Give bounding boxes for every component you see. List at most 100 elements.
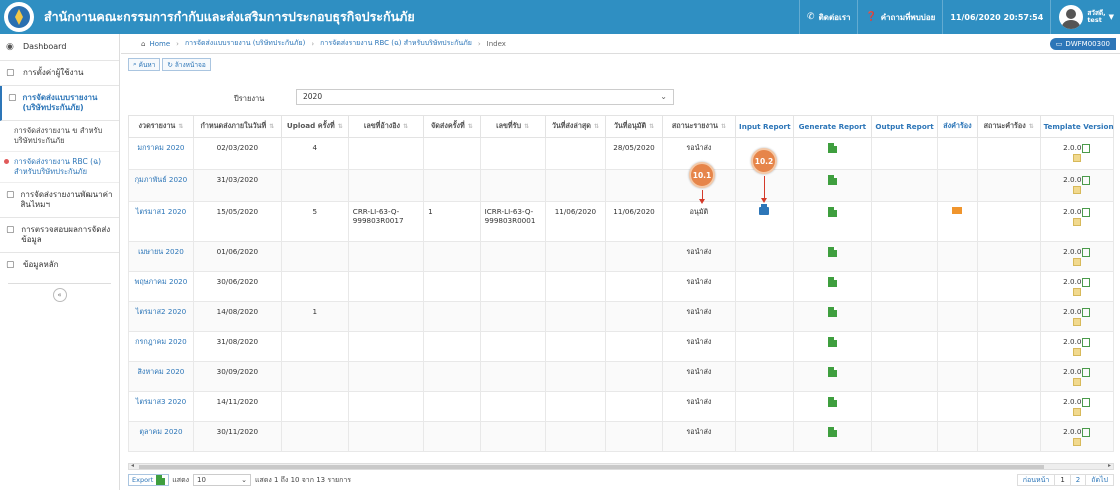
cell-send-request[interactable] <box>937 201 978 242</box>
excel-icon[interactable] <box>827 337 837 347</box>
col-status[interactable]: สถานะรายงาน ⇅ <box>661 115 737 138</box>
sidebar-item-claims-report[interactable]: ▢ การจัดส่งรายงานพัฒนาค่าสินไหมฯ <box>0 183 119 218</box>
callout-arrowhead <box>761 198 767 203</box>
scroll-thumb[interactable] <box>139 465 1044 469</box>
zip-file-icon[interactable] <box>1072 347 1081 356</box>
cell-generate-report[interactable] <box>792 391 873 422</box>
excel-template-icon[interactable] <box>1082 397 1091 407</box>
status-text: รอนำส่ง <box>686 307 712 316</box>
excel-template-icon[interactable] <box>1082 175 1091 185</box>
excel-icon[interactable] <box>827 307 837 317</box>
cell-period[interactable]: พฤษภาคม 2020 <box>128 271 194 302</box>
col-due[interactable]: กำหนดส่งภายในวันที่ ⇅ <box>192 115 282 138</box>
chevron-down-icon: ⌄ <box>660 92 667 101</box>
prev-page-button[interactable]: ก่อนหน้า <box>1016 474 1056 486</box>
excel-icon[interactable] <box>827 367 837 377</box>
excel-template-icon[interactable] <box>1082 337 1091 347</box>
zip-file-icon[interactable] <box>1072 217 1081 226</box>
col-period[interactable]: งวดรายงาน ⇅ <box>128 115 194 138</box>
excel-icon[interactable] <box>827 207 837 217</box>
logo[interactable] <box>4 2 34 32</box>
col-last[interactable]: วันที่ส่งล่าสุด ⇅ <box>544 115 607 138</box>
cell-generate-report[interactable] <box>792 169 873 202</box>
excel-template-icon[interactable] <box>1082 247 1091 257</box>
cell-input-report[interactable] <box>735 201 794 242</box>
sidebar-subitem-report-rbc[interactable]: การจัดส่งรายงาน RBC (ฉ) สำหรับบริษัทประก… <box>0 152 119 183</box>
zip-file-icon[interactable] <box>1072 377 1081 386</box>
sidebar-item-master-data[interactable]: ▢ ข้อมูลหลัก <box>0 253 119 277</box>
col-request-status[interactable]: สถานะคำร้อง ⇅ <box>976 115 1041 138</box>
page-2-button[interactable]: 2 <box>1069 474 1087 486</box>
breadcrumb-report-submission[interactable]: การจัดส่งแบบรายงาน (บริษัทประกันภัย) <box>185 38 305 49</box>
excel-icon[interactable] <box>827 277 837 287</box>
cell-period[interactable]: กรกฎาคม 2020 <box>128 331 194 362</box>
cell-period[interactable]: ตุลาคม 2020 <box>128 421 194 452</box>
table-row: ตุลาคม 2020 30/11/2020 รอนำส่ง 2.0.0 <box>128 421 1114 452</box>
clear-button[interactable]: ↻ ล้างหน้าจอ <box>162 58 211 71</box>
col-recv[interactable]: เลขที่รับ ⇅ <box>479 115 546 138</box>
export-button[interactable]: Export <box>128 474 170 486</box>
cell-approve <box>605 421 663 452</box>
excel-icon[interactable] <box>827 247 837 257</box>
zip-file-icon[interactable] <box>1072 437 1081 446</box>
excel-template-icon[interactable] <box>1082 143 1091 153</box>
cell-generate-report[interactable] <box>792 201 873 242</box>
sidebar-item-check-results[interactable]: ▢ การตรวจสอบผลการจัดส่งข้อมูล <box>0 218 119 253</box>
zip-file-icon[interactable] <box>1072 407 1081 416</box>
cell-period[interactable]: มกราคม 2020 <box>128 137 194 170</box>
faq-link[interactable]: ❓ คำถามที่พบบ่อย <box>857 0 942 34</box>
excel-icon[interactable] <box>827 143 837 153</box>
cell-period[interactable]: ไตรมาส2 2020 <box>128 301 194 332</box>
cell-generate-report[interactable] <box>792 137 873 170</box>
cell-generate-report[interactable] <box>792 421 873 452</box>
excel-icon[interactable] <box>827 397 837 407</box>
cell-period[interactable]: เมษายน 2020 <box>128 241 194 272</box>
zip-file-icon[interactable] <box>1072 185 1081 194</box>
col-approve[interactable]: วันที่อนุมัติ ⇅ <box>605 115 663 138</box>
contact-link[interactable]: ✆ ติดต่อเรา <box>799 0 857 34</box>
search-button[interactable]: ⌕ ค้นหา <box>128 58 161 71</box>
page-1-button[interactable]: 1 <box>1054 474 1071 486</box>
cell-generate-report[interactable] <box>792 361 873 392</box>
collapse-sidebar-button[interactable]: « <box>52 288 67 302</box>
breadcrumb-home[interactable]: Home <box>149 40 170 48</box>
col-ref[interactable]: เลขที่อ้างอิง ⇅ <box>347 115 425 138</box>
next-page-button[interactable]: ถัดไป <box>1085 474 1114 486</box>
zip-file-icon[interactable] <box>1072 257 1081 266</box>
cell-output-report <box>871 201 939 242</box>
cell-generate-report[interactable] <box>792 331 873 362</box>
cell-period[interactable]: กุมภาพันธ์ 2020 <box>128 169 194 202</box>
sidebar-subitem-report-kh[interactable]: การจัดส่งรายงาน ข สำหรับบริษัทประกันภัย <box>0 121 119 152</box>
year-select[interactable]: 2020 ⌄ <box>296 89 674 105</box>
excel-icon[interactable] <box>827 427 837 437</box>
cell-period[interactable]: ไตรมาส3 2020 <box>128 391 194 422</box>
page-size-select[interactable]: 10 ⌄ <box>193 474 252 486</box>
excel-template-icon[interactable] <box>1082 207 1091 217</box>
cell-period[interactable]: ไตรมาส1 2020 <box>128 201 194 242</box>
excel-template-icon[interactable] <box>1082 427 1091 437</box>
scroll-left-icon[interactable]: ◂ <box>131 462 134 469</box>
sidebar-item-user-settings[interactable]: ▢ การตั้งค่าผู้ใช้งาน <box>0 61 119 86</box>
excel-icon[interactable] <box>827 175 837 185</box>
envelope-icon[interactable] <box>952 207 963 214</box>
print-icon[interactable] <box>759 204 770 215</box>
breadcrumb-rbc[interactable]: การจัดส่งรายงาน RBC (ฉ) สำหรับบริษัทประก… <box>320 38 472 49</box>
user-menu[interactable]: สวัสดี, test ▼ <box>1050 0 1120 34</box>
col-upload[interactable]: Upload ครั้งที่ ⇅ <box>280 115 349 138</box>
horizontal-scrollbar[interactable]: ◂ ▸ <box>128 462 1114 470</box>
cell-generate-report[interactable] <box>792 301 873 332</box>
scroll-right-icon[interactable]: ▸ <box>1108 462 1111 469</box>
zip-file-icon[interactable] <box>1072 317 1081 326</box>
cell-period[interactable]: สิงหาคม 2020 <box>128 361 194 392</box>
sidebar-item-report-submission[interactable]: ▢ การจัดส่งแบบรายงาน (บริษัทประกันภัย) <box>0 86 119 121</box>
excel-template-icon[interactable] <box>1082 367 1091 377</box>
col-send[interactable]: จัดส่งครั้งที่ ⇅ <box>423 115 481 138</box>
sidebar-item-dashboard[interactable]: ◉ Dashboard <box>0 34 119 61</box>
excel-template-icon[interactable] <box>1082 277 1091 287</box>
zip-file-icon[interactable] <box>1072 153 1081 162</box>
excel-template-icon[interactable] <box>1082 307 1091 317</box>
sidebar: ◉ Dashboard ▢ การตั้งค่าผู้ใช้งาน ▢ การจ… <box>0 34 120 490</box>
zip-file-icon[interactable] <box>1072 287 1081 296</box>
cell-generate-report[interactable] <box>792 241 873 272</box>
cell-generate-report[interactable] <box>792 271 873 302</box>
